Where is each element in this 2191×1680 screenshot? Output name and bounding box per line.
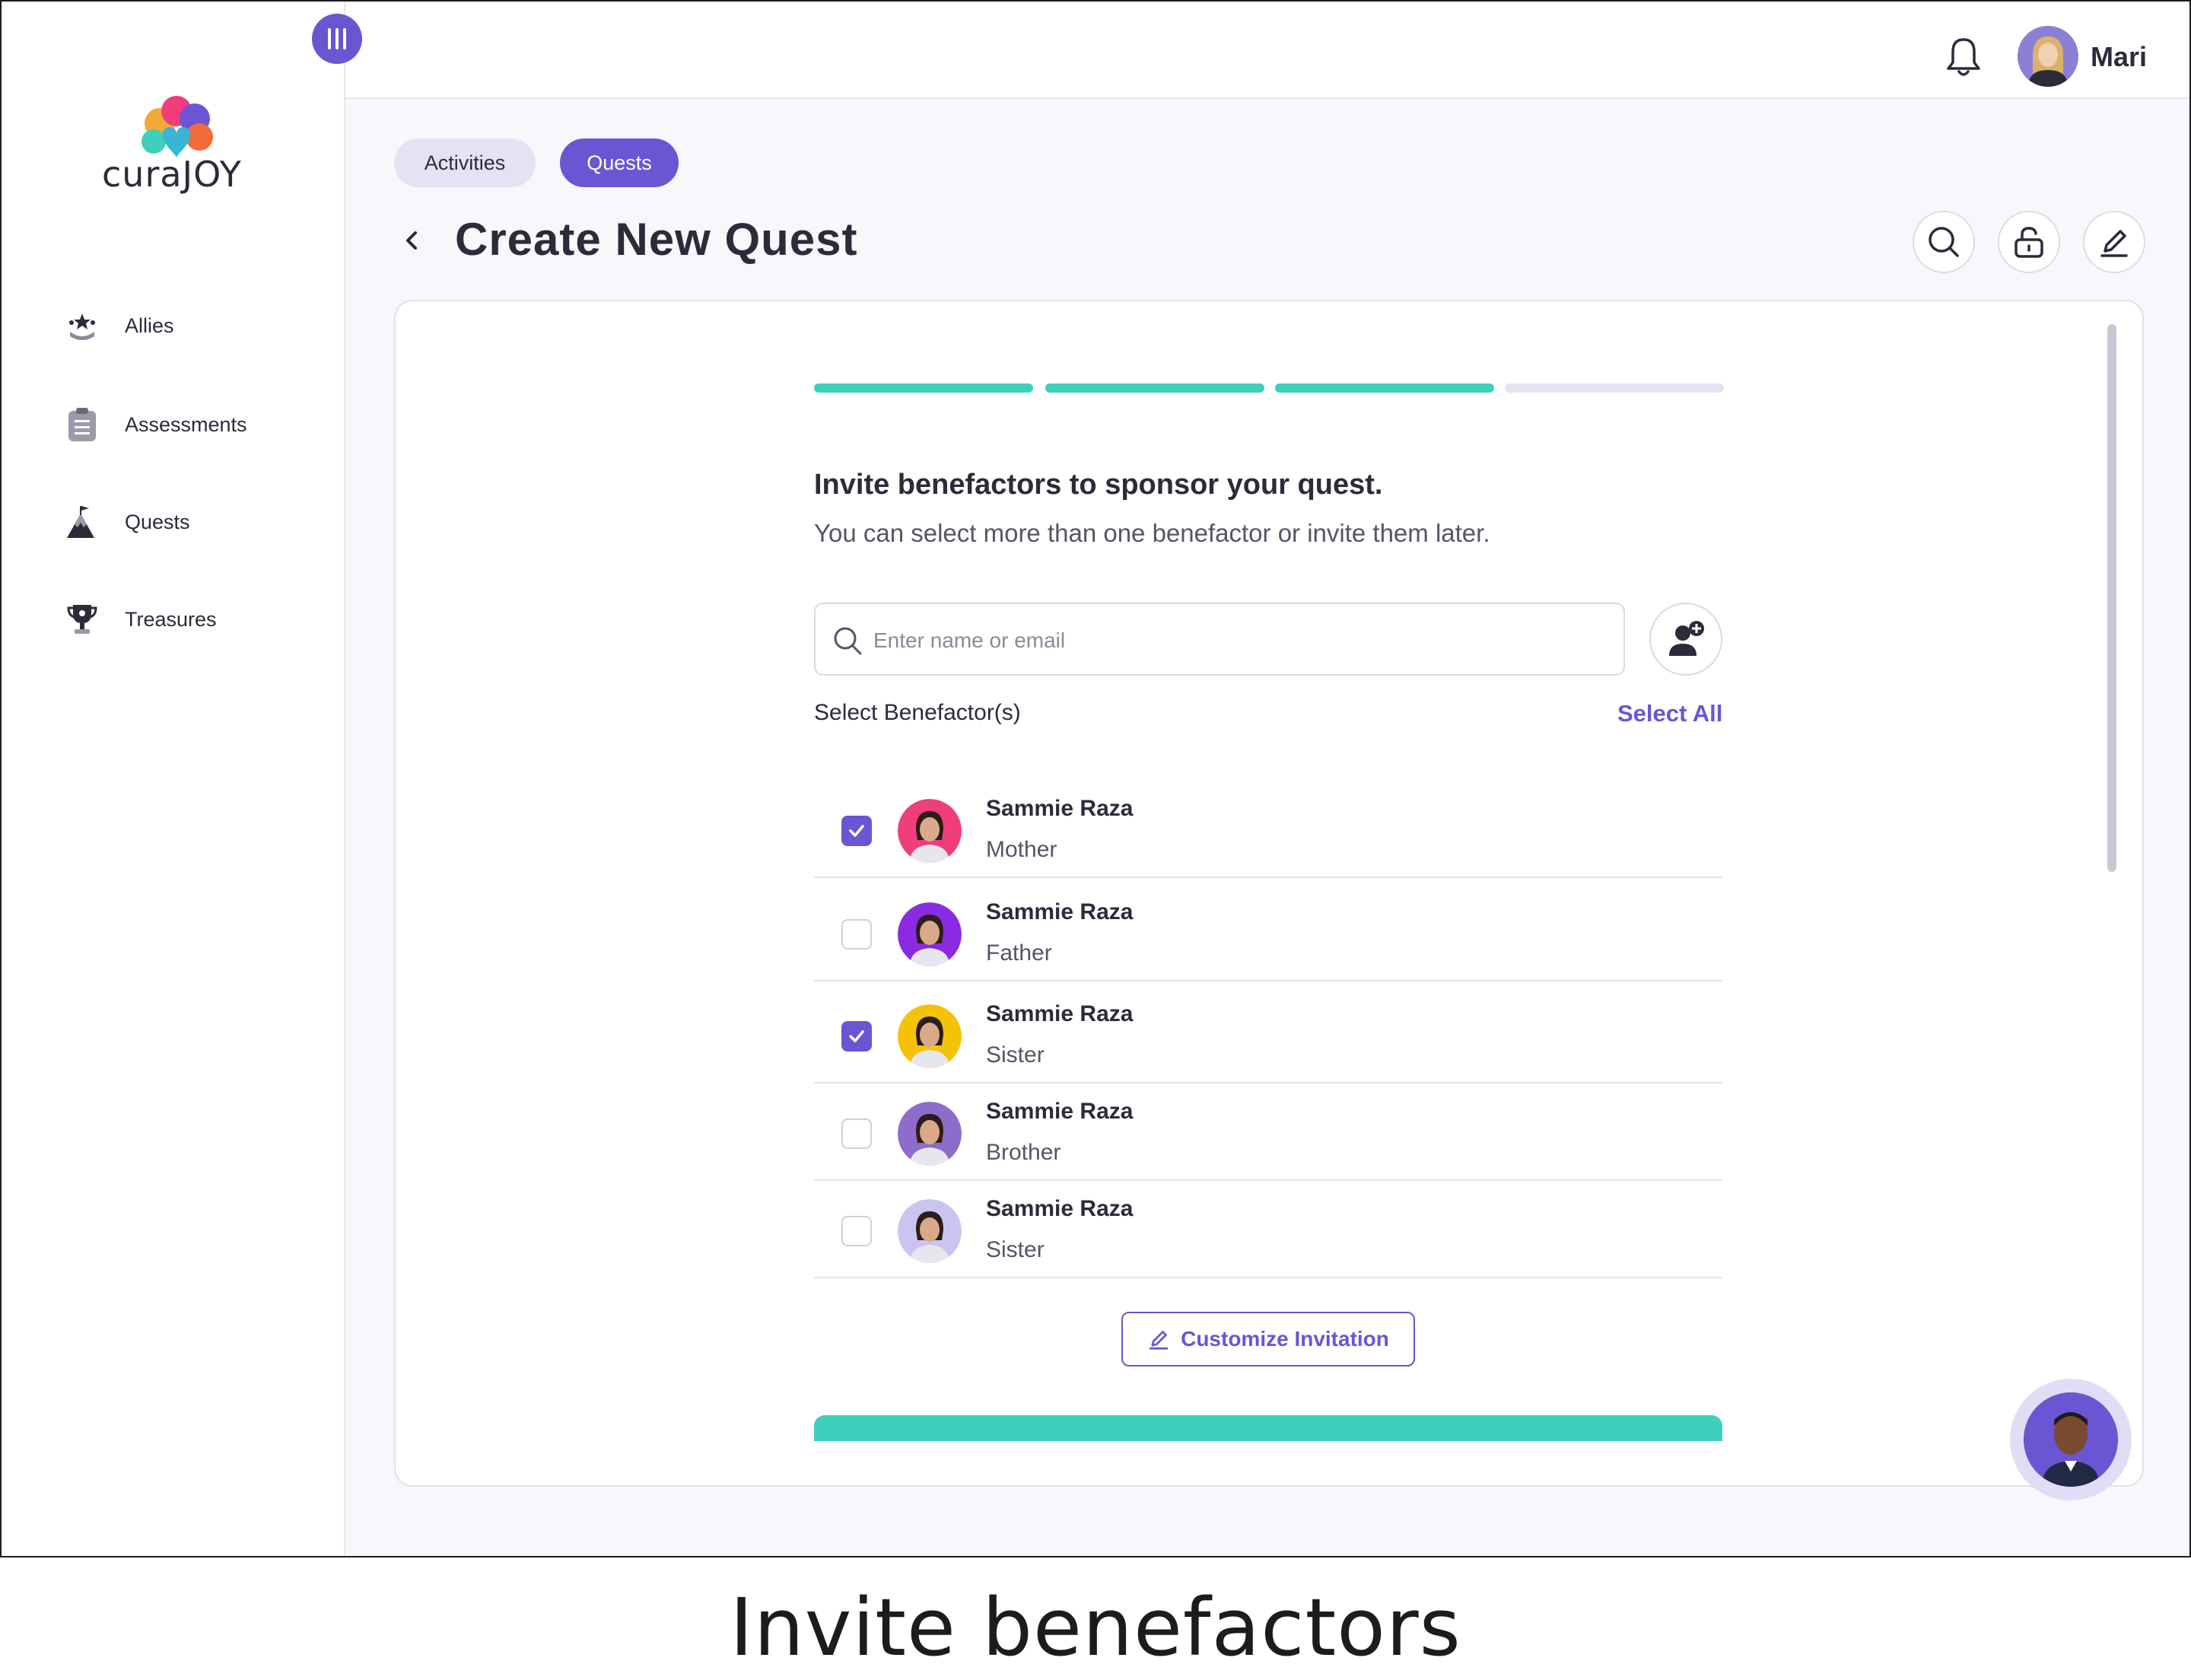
benefactor-name: Sammie Raza <box>986 1099 1134 1124</box>
benefactor-checkbox[interactable] <box>841 919 872 950</box>
back-arrow-icon[interactable] <box>397 225 428 256</box>
benefactor-checkbox[interactable] <box>841 1118 872 1149</box>
progress-step-4 <box>1505 383 1724 393</box>
benefactor-avatar <box>898 1199 962 1263</box>
page-title: Create New Quest <box>455 214 858 265</box>
logo-text: curaJOY <box>102 154 242 195</box>
benefactor-name: Sammie Raza <box>986 1196 1134 1221</box>
avatar[interactable] <box>2018 26 2078 87</box>
progress-step-2 <box>1045 383 1264 393</box>
assistant-avatar-button[interactable] <box>2010 1379 2132 1500</box>
benefactor-name: Sammie Raza <box>986 796 1134 821</box>
benefactor-relation: Sister <box>986 1042 1045 1068</box>
benefactor-avatar <box>898 1102 962 1166</box>
search-icon <box>1929 227 1959 257</box>
sidebar-item-treasures[interactable]: Treasures <box>62 597 217 642</box>
benefactor-avatar <box>898 902 962 966</box>
search-icon <box>834 627 862 655</box>
continue-button[interactable] <box>814 1415 1722 1441</box>
customize-invitation-label: Customize Invitation <box>1181 1327 1389 1351</box>
sidebar-item-label: Allies <box>125 313 174 337</box>
sidebar-item-label: Treasures <box>125 607 217 631</box>
sidebar-item-assessments[interactable]: Assessments <box>62 402 247 447</box>
customize-invitation-button[interactable]: Customize Invitation <box>1121 1312 1415 1367</box>
search-button[interactable] <box>1913 211 1975 273</box>
caption: Invite benefactors <box>730 1581 1461 1674</box>
unlock-button[interactable] <box>1998 211 2060 273</box>
benefactor-avatar <box>898 1004 962 1068</box>
benefactor-name: Sammie Raza <box>986 1001 1134 1026</box>
benefactor-relation: Mother <box>986 837 1057 862</box>
benefactor-checkbox[interactable] <box>841 1021 872 1052</box>
scrollbar[interactable] <box>2107 324 2116 872</box>
benefactor-row[interactable]: Sammie Raza Sister <box>814 1181 1722 1278</box>
benefactor-search <box>814 603 1625 676</box>
pencil-icon <box>1149 1331 1169 1350</box>
form-subheading: You can select more than one benefactor … <box>814 519 1490 547</box>
search-input[interactable] <box>873 619 1604 662</box>
benefactor-relation: Brother <box>986 1140 1061 1165</box>
benefactor-relation: Sister <box>986 1237 1045 1262</box>
sidebar-item-label: Assessments <box>125 412 247 436</box>
app-window: curaJOY Allies Assessments Quests Treasu… <box>0 0 2191 1558</box>
tab-activities[interactable]: Activities <box>394 138 536 187</box>
select-benefactors-label: Select Benefactor(s) <box>814 700 1021 725</box>
form-heading: Invite benefactors to sponsor your quest… <box>814 469 1383 501</box>
benefactor-row[interactable]: Sammie Raza Father <box>814 884 1722 982</box>
benefactor-row[interactable]: Sammie Raza Brother <box>814 1083 1722 1181</box>
benefactor-row[interactable]: Sammie Raza Mother <box>814 781 1722 878</box>
trophy-icon <box>62 600 102 639</box>
top-bar <box>345 2 2189 99</box>
collapse-sidebar-button[interactable] <box>312 14 362 64</box>
sidebar-item-quests[interactable]: Quests <box>62 499 190 545</box>
select-all-link[interactable]: Select All <box>1617 700 1722 727</box>
bell-icon[interactable] <box>1945 35 1982 78</box>
check-icon <box>849 825 864 837</box>
benefactor-relation: Father <box>986 940 1052 966</box>
add-person-icon <box>1669 621 1704 656</box>
edit-button[interactable] <box>2083 211 2145 273</box>
add-benefactor-button[interactable] <box>1649 603 1722 676</box>
benefactor-checkbox[interactable] <box>841 816 872 846</box>
sidebar-item-allies[interactable]: Allies <box>62 303 174 348</box>
pencil-icon <box>2100 230 2128 257</box>
clipboard-icon <box>62 405 102 444</box>
user-name[interactable]: Mari <box>2091 41 2147 73</box>
sidebar-item-label: Quests <box>125 510 190 533</box>
progress-step-3 <box>1275 383 1494 393</box>
progress-step-1 <box>814 383 1033 393</box>
benefactor-row[interactable]: Sammie Raza Sister <box>814 986 1722 1083</box>
assistant-avatar <box>2024 1392 2118 1487</box>
check-icon <box>849 1030 864 1042</box>
unlock-icon <box>2015 227 2043 258</box>
benefactor-avatar <box>898 799 962 863</box>
sidebar: curaJOY Allies Assessments Quests Treasu… <box>2 2 345 1556</box>
benefactor-checkbox[interactable] <box>841 1216 872 1246</box>
allies-icon <box>62 306 102 345</box>
benefactor-name: Sammie Raza <box>986 899 1134 924</box>
tab-quests[interactable]: Quests <box>560 138 679 187</box>
mountain-flag-icon <box>62 502 102 542</box>
